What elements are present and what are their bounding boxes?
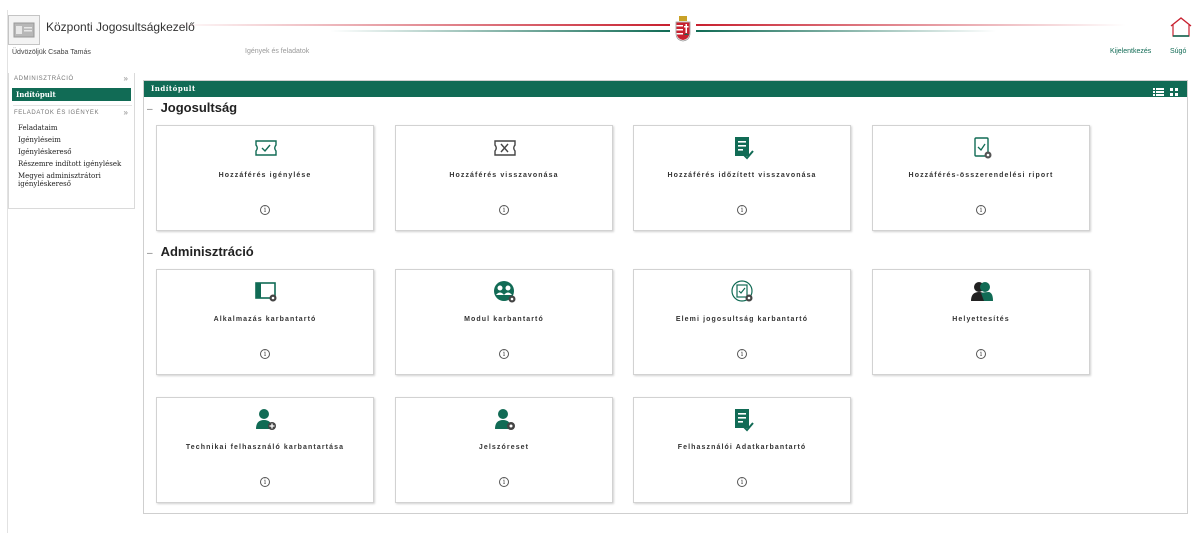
help-link[interactable]: Súgó [1170, 48, 1186, 55]
tile-substitution[interactable]: Helyettesítés i [872, 269, 1090, 375]
tile-user-data-maintenance[interactable]: Felhasználói Adatkarbantartó i [633, 397, 851, 503]
header-stripe-left-red [170, 24, 670, 26]
application-gear-icon [255, 282, 277, 302]
home-icon[interactable] [1168, 16, 1194, 38]
logout-link[interactable]: Kijelentkezés [1110, 48, 1151, 55]
info-icon[interactable]: i [737, 477, 747, 487]
tile-label: Alkalmazás karbantartó [213, 316, 317, 323]
header-stripe-right-green [696, 30, 996, 32]
info-icon[interactable]: i [499, 205, 509, 215]
collapse-tasks-icon[interactable]: » [124, 109, 128, 117]
section-administration-title[interactable]: – Adminisztráció [147, 244, 254, 259]
info-icon[interactable]: i [260, 477, 270, 487]
info-icon[interactable]: i [499, 477, 509, 487]
tile-request-access[interactable]: Hozzáférés igénylése i [156, 125, 374, 231]
app-header: Központi Jogosultságkezelő Üdvözöljük Cs… [0, 0, 1203, 70]
tile-technical-user-maintenance[interactable]: Technikai felhasználó karbantartása i [156, 397, 374, 503]
tile-application-maintenance[interactable]: Alkalmazás karbantartó i [156, 269, 374, 375]
section-permissions-title[interactable]: – Jogosultság [147, 100, 237, 115]
collapse-dash-icon[interactable]: – [147, 104, 153, 115]
sidebar-section-admin: ADMINISZTRÁCIÓ [14, 76, 74, 82]
info-icon[interactable]: i [499, 349, 509, 359]
info-icon[interactable]: i [976, 205, 986, 215]
list-view-icon[interactable] [1153, 84, 1164, 96]
id-card-logo-icon [8, 15, 40, 45]
users-icon [971, 282, 993, 301]
sidebar-item-my-tasks[interactable]: Feladataim [18, 124, 58, 132]
header-stripe-left-green [330, 30, 670, 32]
tile-label: Hozzáférés visszavonása [449, 172, 559, 179]
sidebar-section-tasks: FELADATOK ÉS IGÉNYEK [14, 110, 100, 116]
info-icon[interactable]: i [976, 349, 986, 359]
document-check-icon [735, 137, 754, 160]
ticket-x-icon [494, 140, 516, 156]
tile-label: Hozzáférés-összerendelési riport [908, 172, 1054, 179]
nav-tasks-link[interactable]: Igények és feladatok [245, 48, 309, 55]
tile-module-maintenance[interactable]: Modul karbantartó i [395, 269, 613, 375]
tile-revoke-access[interactable]: Hozzáférés visszavonása i [395, 125, 613, 231]
tile-elementary-permission[interactable]: Elemi jogosultság karbantartó i [633, 269, 851, 375]
sidebar: ADMINISZTRÁCIÓ » Indítópult FELADATOK ÉS… [8, 73, 135, 209]
tile-label: Hozzáférés időzített visszavonása [667, 172, 817, 179]
info-icon[interactable]: i [737, 205, 747, 215]
launchpad-panel: Indítópult – Jogosultság Hozzáférés igény… [143, 80, 1188, 514]
welcome-text: Üdvözöljük Csaba Tamás [12, 49, 91, 56]
ticket-check-icon [255, 140, 277, 156]
clipboard-gear-icon [974, 137, 992, 159]
tile-label: Jelszóreset [478, 444, 530, 451]
sidebar-item-launchpad[interactable]: Indítópult [12, 88, 131, 101]
tile-assignment-report[interactable]: Hozzáférés-összerendelési riport i [872, 125, 1090, 231]
sidebar-divider [13, 105, 132, 106]
document-check-icon [735, 409, 754, 432]
user-add-icon [256, 409, 276, 430]
users-gear-icon [494, 281, 516, 303]
tile-label: Hozzáférés igénylése [218, 172, 312, 179]
collapse-admin-icon[interactable]: » [124, 75, 128, 83]
permission-gear-icon [731, 280, 753, 302]
tile-label: Modul karbantartó [464, 316, 544, 323]
sidebar-item-county-admin-search[interactable]: Megyei adminisztrátori igényléskereső [18, 172, 128, 188]
sidebar-item-requests-for-me[interactable]: Részemre indított igénylések [18, 160, 121, 168]
grid-view-icon[interactable] [1169, 84, 1180, 96]
collapse-dash-icon[interactable]: – [147, 248, 153, 259]
sidebar-item-my-requests[interactable]: Igényléseim [18, 136, 61, 144]
app-title: Központi Jogosultságkezelő [46, 20, 195, 34]
info-icon[interactable]: i [260, 205, 270, 215]
panel-title: Indítópult [151, 84, 196, 93]
tile-label: Helyettesítés [952, 316, 1010, 323]
sidebar-item-request-search[interactable]: Igényléskereső [18, 148, 72, 156]
tile-label: Elemi jogosultság karbantartó [675, 316, 809, 323]
info-icon[interactable]: i [260, 349, 270, 359]
user-gear-icon [495, 409, 515, 430]
tile-scheduled-revoke[interactable]: Hozzáférés időzített visszavonása i [633, 125, 851, 231]
panel-header: Indítópult [144, 81, 1187, 97]
info-icon[interactable]: i [737, 349, 747, 359]
tile-password-reset[interactable]: Jelszóreset i [395, 397, 613, 503]
header-stripe-right-red [696, 24, 1126, 26]
tile-label: Technikai felhasználó karbantartása [185, 444, 345, 451]
tile-label: Felhasználói Adatkarbantartó [677, 444, 807, 451]
coat-of-arms-icon [674, 16, 692, 42]
